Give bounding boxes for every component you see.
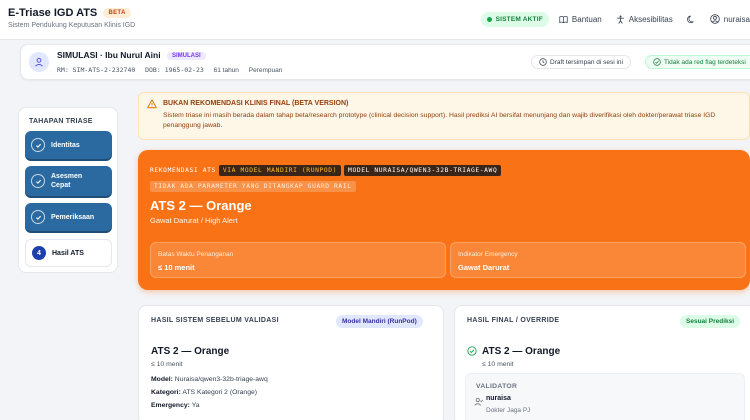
system-status-label: SISTEM AKTIF <box>495 15 543 23</box>
model-key: Model: <box>151 376 173 383</box>
step-label: Pemeriksaan <box>51 213 95 221</box>
validator-user-icon <box>474 397 483 406</box>
draft-status-label: Draft tersimpan di sesi ini <box>550 58 623 66</box>
final-card-header: HASIL FINAL / OVERRIDE <box>467 317 560 324</box>
ats-result-card: REKOMENDASI ATS VIA MODEL MANDIRI (RUNPO… <box>138 150 750 290</box>
time-limit-box: Batas Waktu Penanganan ≤ 10 menit <box>150 242 446 278</box>
triage-stepper: TAHAPAN TRIASE Identitas Asesmen Cepat P… <box>18 107 118 273</box>
accessibility-label: Aksesibilitas <box>628 14 673 24</box>
patient-name: SIMULASI · Ibu Nurul Aini <box>57 50 161 60</box>
category-value: ATS Kategori 2 (Orange) <box>182 389 258 396</box>
category-key: Kategori: <box>151 389 181 396</box>
emergency-key: Emergency: <box>151 402 190 409</box>
brand: E-Triase IGD ATS BETA Sistem Pendukung K… <box>8 7 135 29</box>
step-identitas[interactable]: Identitas <box>25 131 112 159</box>
warning-icon <box>147 99 157 109</box>
final-ats-level: ATS 2 — Orange <box>482 346 561 357</box>
stepper-title: TAHAPAN TRIASE <box>29 118 93 125</box>
patient-age: 61 tahun <box>213 67 239 74</box>
validator-box: VALIDATOR nuraisa Dokter Jaga PJ <box>465 373 745 420</box>
patient-rm: RM: SIM-ATS-2-232740 <box>57 66 136 74</box>
validator-header: VALIDATOR <box>476 383 518 390</box>
beta-warning-banner: BUKAN REKOMENDASI KLINIS FINAL (BETA VER… <box>138 92 750 140</box>
step-pemeriksaan[interactable]: Pemeriksaan <box>25 203 112 231</box>
user-circle-icon <box>710 14 720 24</box>
validator-name: nuraisa <box>486 395 511 402</box>
model-chip-row: REKOMENDASI ATS VIA MODEL MANDIRI (RUNPO… <box>150 165 504 176</box>
user-name: nuraisa <box>723 14 750 24</box>
system-result-card: HASIL SISTEM SEBELUM VALIDASI Model Mand… <box>138 305 444 420</box>
model-name-chip: MODEL NURAISA/QWEN3-32B-TRIAGE-AWQ <box>344 165 502 176</box>
check-icon <box>31 174 45 188</box>
step-label: Asesmen Cepat <box>51 173 83 189</box>
time-limit-value: ≤ 10 menit <box>158 263 195 272</box>
redflag-status-badge: Tidak ada red flag terdeteksi <box>645 55 750 69</box>
dark-mode-toggle[interactable] <box>686 15 696 24</box>
system-ats-level: ATS 2 — Orange <box>151 346 230 357</box>
model-source-chip: VIA MODEL MANDIRI (RUNPOD) <box>218 165 342 176</box>
check-circle-icon <box>467 346 477 356</box>
patient-meta: RM: SIM-ATS-2-232740 DOB: 1965-02-23 61 … <box>57 66 290 74</box>
user-icon <box>35 57 43 67</box>
guardrail-row: TIDAK ADA PARAMETER YANG DITANGKAP GUARD… <box>150 181 356 192</box>
redflag-status-label: Tidak ada red flag terdeteksi <box>664 58 746 66</box>
patient-name-row: SIMULASI · Ibu Nurul Aini SIMULASI <box>57 50 206 60</box>
draft-status-badge: Draft tersimpan di sesi ini <box>531 55 631 69</box>
top-nav: SISTEM AKTIF Bantuan Aksesibilitas nurai… <box>480 10 750 28</box>
time-limit-label: Batas Waktu Penanganan <box>158 251 234 258</box>
app-title: E-Triase IGD ATS <box>8 7 98 19</box>
moon-icon <box>686 15 694 23</box>
ats-level: ATS 2 — Orange <box>150 198 252 213</box>
patient-gender: Perempuan <box>248 67 283 74</box>
check-icon <box>31 138 45 152</box>
guardrail-chip: TIDAK ADA PARAMETER YANG DITANGKAP GUARD… <box>150 181 356 192</box>
system-emergency-row: Emergency: Ya <box>151 402 200 409</box>
recommendation-label: REKOMENDASI ATS <box>150 167 216 174</box>
emergency-indicator-label: Indikator Emergency <box>458 251 518 258</box>
system-time-limit: ≤ 10 menit <box>151 361 183 368</box>
match-badge: Sesuai Prediksi <box>680 315 741 328</box>
app-subtitle: Sistem Pendukung Keputusan Klinis IGD <box>8 22 136 29</box>
check-circle-icon <box>653 58 661 66</box>
system-model-row: Model: Nuraisa/qwen3-32b-triage-awq <box>151 376 268 383</box>
emergency-indicator-box: Indikator Emergency Gawat Darurat <box>450 242 746 278</box>
step-hasil-ats[interactable]: 4 Hasil ATS <box>25 239 112 267</box>
emergency-indicator-value: Gawat Darurat <box>458 263 510 272</box>
validator-role: Dokter Jaga PJ <box>486 407 531 414</box>
user-menu[interactable]: nuraisa <box>710 14 750 24</box>
model-source-badge: Model Mandiri (RunPod) <box>336 315 423 328</box>
accessibility-icon <box>616 15 624 24</box>
step-asesmen-cepat[interactable]: Asesmen Cepat <box>25 166 112 196</box>
patient-dob: DOB: 1965-02-23 <box>145 66 204 74</box>
beta-badge: BETA <box>103 8 131 18</box>
check-icon <box>31 210 45 224</box>
patient-avatar <box>29 52 49 72</box>
model-value: Nuraisa/qwen3-32b-triage-awq <box>174 376 268 383</box>
status-dot-icon <box>486 16 492 22</box>
simulation-badge: SIMULASI <box>166 51 206 60</box>
system-card-header: HASIL SISTEM SEBELUM VALIDASI <box>151 317 279 324</box>
ats-level-description: Gawat Darurat / High Alert <box>150 216 238 225</box>
warning-title: BUKAN REKOMENDASI KLINIS FINAL (BETA VER… <box>163 100 349 107</box>
clock-icon <box>539 58 547 66</box>
system-category-row: Kategori: ATS Kategori 2 (Orange) <box>151 389 257 396</box>
help-label: Bantuan <box>571 14 602 24</box>
step-number: 4 <box>32 246 46 260</box>
step-label: Identitas <box>51 141 80 149</box>
system-status-badge: SISTEM AKTIF <box>480 11 549 27</box>
help-button[interactable]: Bantuan <box>559 15 602 24</box>
final-result-card: HASIL FINAL / OVERRIDE Sesuai Prediksi A… <box>454 305 750 420</box>
top-bar: E-Triase IGD ATS BETA Sistem Pendukung K… <box>0 0 750 40</box>
book-icon <box>559 15 568 23</box>
warning-body: Sistem triase ini masih berada dalam tah… <box>163 112 716 129</box>
step-label: Hasil ATS <box>52 249 84 257</box>
patient-card: SIMULASI · Ibu Nurul Aini SIMULASI RM: S… <box>20 44 750 80</box>
final-time-limit: ≤ 10 menit <box>482 361 514 368</box>
accessibility-button[interactable]: Aksesibilitas <box>616 15 673 24</box>
emergency-value: Ya <box>191 402 200 409</box>
